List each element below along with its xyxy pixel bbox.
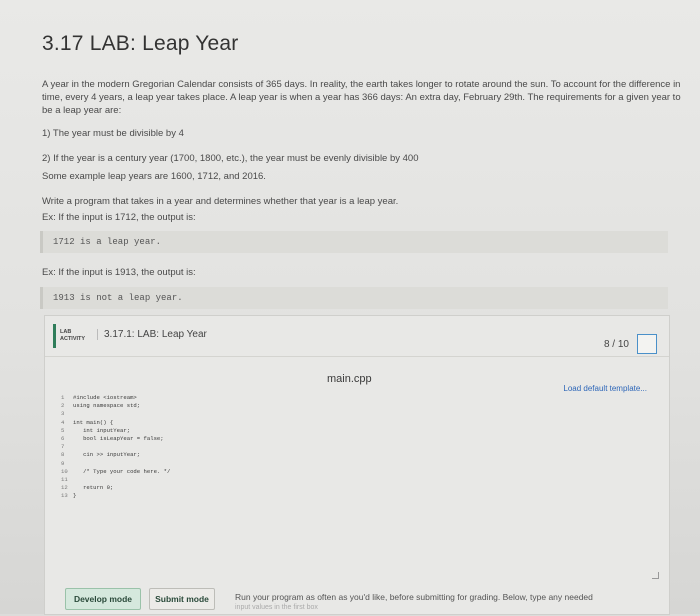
- run-instructions-continued: input values in the first box: [235, 604, 318, 611]
- code-editor[interactable]: 1 #include <iostream> 2 using namespace std…: [61, 394, 651, 574]
- code-text: #include <iostream>: [73, 394, 137, 401]
- completion-box: [637, 334, 657, 354]
- code-line[interactable]: 6 bool isLeapYear = false;: [61, 435, 164, 442]
- code-text: }: [73, 492, 77, 500]
- example-years: Some example leap years are 1600, 1712, …: [42, 171, 266, 182]
- line-number: 11: [61, 476, 68, 483]
- line-number: 9: [61, 459, 65, 467]
- line-number: 12: [61, 484, 68, 492]
- code-text: return 0;: [73, 484, 114, 492]
- line-number: 5: [61, 426, 65, 434]
- code-line[interactable]: 8 cin >> inputYear;: [61, 451, 140, 458]
- code-line[interactable]: 12 return 0;: [61, 484, 113, 491]
- line-number: 3: [61, 410, 65, 418]
- lab-activity-panel: LAB ACTIVITY 3.17.1: LAB: Leap Year 8 / …: [44, 315, 670, 615]
- load-default-template-link[interactable]: Load default template...: [563, 384, 647, 393]
- submit-mode-button[interactable]: Submit mode: [149, 588, 215, 610]
- line-number: 6: [61, 435, 65, 442]
- requirement-2: 2) If the year is a century year (1700, …: [42, 153, 419, 164]
- code-line[interactable]: 11: [61, 476, 73, 483]
- example-1-output: 1712 is a leap year.: [40, 231, 668, 253]
- page-title: 3.17 LAB: Leap Year: [42, 32, 239, 55]
- code-line[interactable]: 9: [61, 460, 73, 467]
- lab-activity-title: 3.17.1: LAB: Leap Year: [97, 329, 207, 340]
- code-line[interactable]: 10 /* Type your code here. */: [61, 468, 170, 475]
- lab-activity-badge: LAB ACTIVITY: [53, 324, 89, 348]
- code-text: int main() {: [73, 418, 114, 426]
- code-text: /* Type your code here. */: [73, 467, 171, 475]
- task-description: Write a program that takes in a year and…: [42, 196, 399, 207]
- code-line[interactable]: 3: [61, 410, 73, 417]
- code-line[interactable]: 2 using namespace std;: [61, 402, 140, 409]
- code-text: cin >> inputYear;: [73, 451, 141, 459]
- code-line[interactable]: 13}: [61, 492, 76, 499]
- code-line[interactable]: 4 int main() {: [61, 419, 113, 426]
- requirement-1: 1) The year must be divisible by 4: [42, 128, 184, 139]
- code-line[interactable]: 5 int inputYear;: [61, 427, 130, 434]
- editor-file-name: main.cpp: [327, 373, 372, 385]
- line-number: 8: [61, 451, 65, 459]
- code-line[interactable]: 7: [61, 443, 73, 450]
- code-text: int inputYear;: [73, 426, 131, 434]
- page: 3.17 LAB: Leap Year A year in the modern…: [0, 0, 700, 615]
- example-1-label: Ex: If the input is 1712, the output is:: [42, 212, 196, 223]
- intro-paragraph: A year in the modern Gregorian Calendar …: [42, 79, 681, 116]
- lab-header: LAB ACTIVITY 3.17.1: LAB: Leap Year 8 / …: [45, 316, 669, 357]
- lab-footer: Develop mode Submit mode Run your progra…: [45, 584, 669, 616]
- example-2-output: 1913 is not a leap year.: [40, 287, 668, 309]
- line-number: 10: [61, 467, 68, 475]
- editor-resize-handle[interactable]: [652, 572, 659, 579]
- line-number: 7: [61, 443, 65, 451]
- line-number: 2: [61, 402, 65, 410]
- run-instructions: Run your program as often as you'd like,…: [235, 592, 593, 602]
- code-text: using namespace std;: [73, 402, 141, 410]
- lab-score: 8 / 10: [603, 339, 629, 350]
- line-number: 13: [61, 492, 68, 500]
- example-2-label: Ex: If the input is 1913, the output is:: [42, 267, 196, 278]
- code-line[interactable]: 1 #include <iostream>: [61, 394, 137, 401]
- code-text: bool isLeapYear = false;: [73, 435, 164, 442]
- line-number: 1: [61, 394, 65, 401]
- line-number: 4: [61, 418, 65, 426]
- develop-mode-button[interactable]: Develop mode: [65, 588, 141, 610]
